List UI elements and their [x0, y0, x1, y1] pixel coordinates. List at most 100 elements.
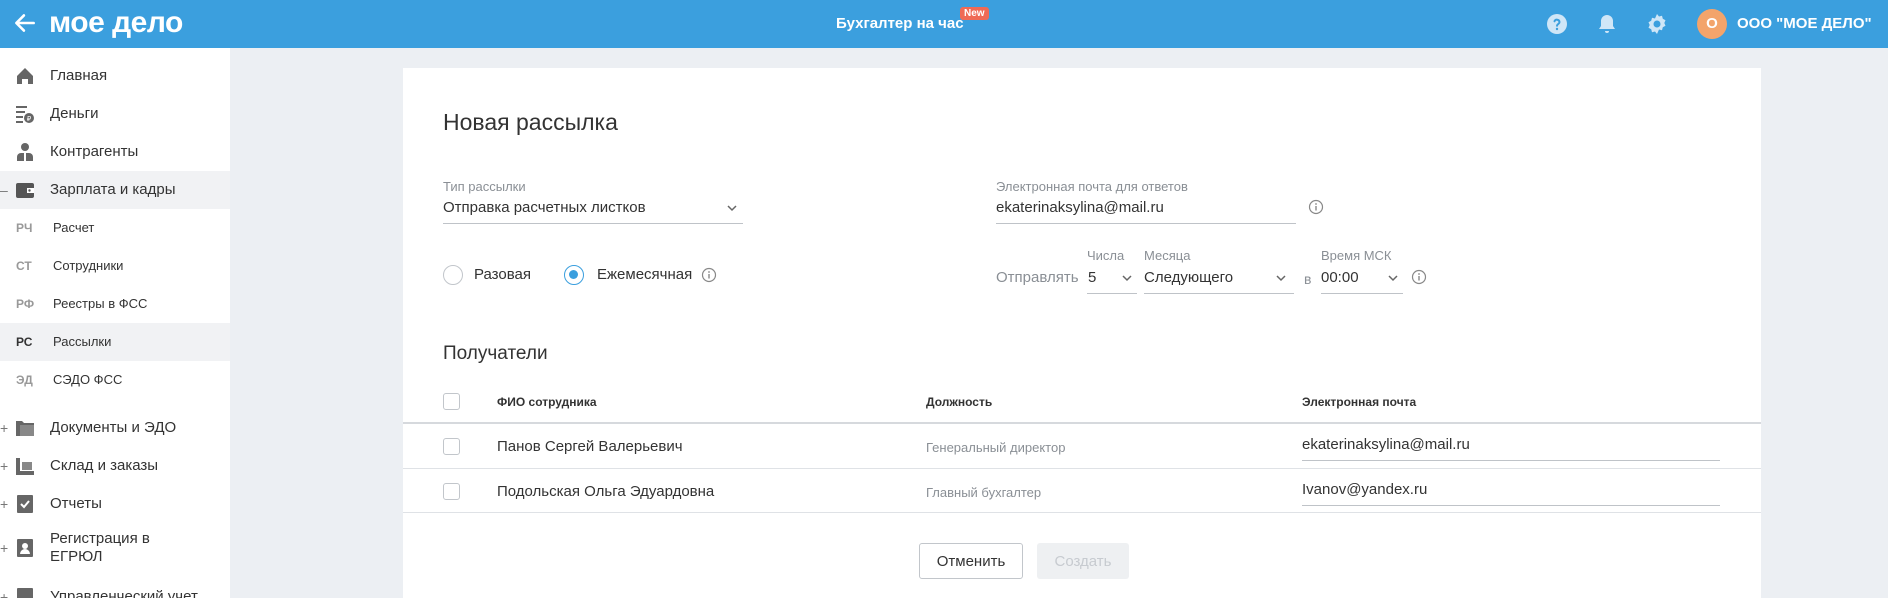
sidebar-item-contractors[interactable]: Контрагенты	[0, 133, 230, 171]
chevron-down-icon[interactable]	[725, 201, 739, 215]
subitem-label: Сотрудники	[53, 258, 124, 273]
employee-name: Панов Сергей Валерьевич	[497, 438, 683, 455]
sidebar-subitem-mailings[interactable]: РС Рассылки	[0, 323, 230, 361]
chevron-down-icon[interactable]	[1386, 271, 1400, 285]
row-checkbox[interactable]	[443, 438, 460, 455]
employee-email-input[interactable]: Ivanov@yandex.ru	[1302, 481, 1427, 498]
sidebar-item-label: Регистрация в ЕГРЮЛ	[50, 530, 150, 565]
input-underline	[1302, 505, 1720, 506]
mailing-type-label: Тип рассылки	[443, 179, 526, 194]
send-label: Отправлять	[996, 269, 1079, 286]
chevron-down-icon[interactable]	[1120, 271, 1134, 285]
sidebar-item-label: Зарплата и кадры	[50, 181, 176, 198]
money-icon: ₽	[16, 106, 34, 123]
subitem-label: Расчет	[53, 220, 95, 235]
expand-icon[interactable]: +	[0, 496, 8, 512]
expand-icon[interactable]: +	[0, 420, 8, 436]
sidebar-item-label: Главная	[50, 67, 108, 84]
sidebar-item-label: Склад и заказы	[50, 457, 159, 474]
sidebar-item-registration[interactable]: + Регистрация в ЕГРЮЛ	[0, 525, 230, 571]
sidebar-item-label: Деньги	[50, 105, 99, 122]
documents-icon	[16, 421, 34, 436]
info-icon[interactable]	[701, 267, 717, 283]
radio-once-label[interactable]: Разовая	[474, 266, 531, 283]
radio-monthly-label[interactable]: Ежемесячная	[597, 266, 692, 283]
table-header-divider	[403, 422, 1761, 424]
cancel-button[interactable]: Отменить	[919, 543, 1023, 579]
input-underline	[996, 223, 1296, 224]
sidebar-item-home[interactable]: Главная	[0, 57, 230, 95]
subitem-label: Реестры в ФСС	[53, 296, 148, 311]
new-badge: New	[960, 7, 989, 20]
sidebar-item-warehouse[interactable]: + Склад и заказы	[0, 447, 230, 485]
gear-icon[interactable]	[1645, 12, 1669, 36]
day-label: Числа	[1087, 248, 1125, 263]
sidebar-subitem-calc[interactable]: РЧ Расчет	[0, 209, 230, 247]
accountant-service-link[interactable]: Бухгалтер на час	[836, 15, 964, 32]
sidebar-item-management[interactable]: + Управленческий учет	[0, 578, 230, 598]
month-select[interactable]: Следующего	[1144, 269, 1233, 286]
reply-email-label: Электронная почта для ответов	[996, 179, 1188, 194]
input-underline	[1302, 460, 1720, 461]
column-header-name[interactable]: ФИО сотрудника	[497, 395, 597, 409]
registration-icon	[17, 539, 33, 557]
expand-icon[interactable]: +	[0, 589, 8, 598]
svg-text:₽: ₽	[27, 115, 32, 123]
time-select[interactable]: 00:00	[1321, 269, 1359, 286]
select-underline	[1087, 293, 1137, 294]
subitem-code: СТ	[16, 259, 32, 273]
sidebar-item-documents[interactable]: + Документы и ЭДО	[0, 409, 230, 447]
sidebar-item-reports[interactable]: + Отчеты	[0, 485, 230, 523]
management-icon	[17, 588, 33, 598]
sidebar-item-label: Контрагенты	[50, 143, 139, 160]
in-label: в	[1304, 271, 1312, 287]
reply-email-field[interactable]: ekaterinaksylina@mail.ru	[996, 199, 1164, 216]
mailing-type-select[interactable]: Отправка расчетных листков	[443, 199, 646, 216]
employee-email-input[interactable]: ekaterinaksylina@mail.ru	[1302, 436, 1470, 453]
top-bar: мое дело Бухгалтер на час New О ООО "МОЕ…	[0, 0, 1888, 48]
avatar[interactable]: О	[1697, 9, 1727, 39]
help-icon[interactable]	[1545, 12, 1569, 36]
home-icon	[17, 68, 33, 84]
sidebar-item-money[interactable]: ₽ Деньги	[0, 95, 230, 133]
row-checkbox[interactable]	[443, 483, 460, 500]
back-arrow-icon[interactable]	[12, 10, 38, 36]
month-label: Месяца	[1144, 248, 1191, 263]
reports-icon	[17, 495, 33, 513]
page-title: Новая рассылка	[443, 109, 618, 135]
employee-position: Генеральный директор	[926, 440, 1066, 455]
radio-monthly[interactable]	[564, 265, 584, 285]
subitem-code: РЧ	[16, 221, 33, 235]
select-underline	[1144, 293, 1294, 294]
info-icon[interactable]	[1411, 269, 1427, 285]
logo[interactable]: мое дело	[49, 6, 183, 40]
column-header-email[interactable]: Электронная почта	[1302, 395, 1416, 409]
create-button[interactable]: Создать	[1037, 543, 1129, 579]
select-all-checkbox[interactable]	[443, 393, 460, 410]
sidebar: Главная ₽ Деньги Контрагенты – Зарплата …	[0, 48, 230, 598]
day-select[interactable]: 5	[1088, 269, 1096, 286]
subitem-label: Рассылки	[53, 334, 112, 349]
employee-name: Подольская Ольга Эдуардовна	[497, 483, 715, 500]
company-name[interactable]: ООО "МОЕ ДЕЛО"	[1737, 15, 1872, 32]
chevron-down-icon[interactable]	[1274, 271, 1288, 285]
info-icon[interactable]	[1308, 199, 1324, 215]
radio-once[interactable]	[443, 265, 463, 285]
sidebar-subitem-employees[interactable]: СТ Сотрудники	[0, 247, 230, 285]
sidebar-item-label: Отчеты	[50, 495, 102, 512]
sidebar-subitem-sedo[interactable]: ЭД СЭДО ФСС	[0, 361, 230, 399]
time-label: Время МСК	[1321, 248, 1392, 263]
employee-position: Главный бухгалтер	[926, 485, 1042, 500]
column-header-position[interactable]: Должность	[926, 395, 992, 409]
expand-icon[interactable]: +	[0, 458, 8, 474]
subitem-code: РФ	[16, 297, 35, 311]
bell-icon[interactable]	[1595, 12, 1619, 36]
sidebar-subitem-fss-registers[interactable]: РФ Реестры в ФСС	[0, 285, 230, 323]
sidebar-item-label: Документы и ЭДО	[50, 419, 177, 436]
subitem-label: СЭДО ФСС	[53, 372, 123, 387]
sidebar-item-salary[interactable]: – Зарплата и кадры	[0, 171, 230, 209]
select-underline	[443, 223, 743, 224]
select-underline	[1321, 293, 1403, 294]
collapse-icon[interactable]: –	[0, 182, 8, 198]
expand-icon[interactable]: +	[0, 540, 8, 556]
